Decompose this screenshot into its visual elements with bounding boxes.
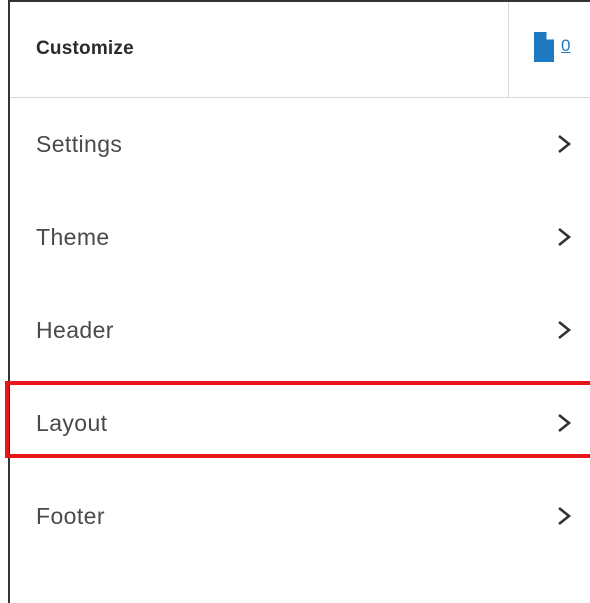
menu-item-settings[interactable]: Settings: [10, 98, 590, 191]
documents-link[interactable]: 0: [534, 32, 570, 68]
chevron-right-icon: [558, 320, 572, 340]
panel-header: Customize 0: [10, 2, 590, 98]
chevron-right-icon: [558, 134, 572, 154]
customize-menu: Settings Theme Header Layout Footer: [10, 98, 590, 563]
page-title: Customize: [36, 38, 134, 59]
documents-count-link[interactable]: 0: [561, 36, 570, 56]
menu-item-label: Footer: [36, 503, 105, 529]
menu-item-layout[interactable]: Layout: [10, 377, 590, 470]
chevron-right-icon: [558, 227, 572, 247]
menu-item-footer[interactable]: Footer: [10, 470, 590, 563]
menu-item-label: Theme: [36, 224, 110, 250]
chevron-right-icon: [558, 506, 572, 526]
menu-item-label: Header: [36, 317, 114, 343]
menu-item-label: Layout: [36, 410, 108, 436]
customize-panel: Customize 0 Settings Theme Header Layout…: [8, 0, 590, 603]
menu-item-label: Settings: [36, 131, 123, 157]
header-divider: [508, 2, 509, 98]
menu-item-theme[interactable]: Theme: [10, 191, 590, 284]
chevron-right-icon: [558, 413, 572, 433]
document-icon: [534, 32, 554, 62]
menu-item-header[interactable]: Header: [10, 284, 590, 377]
